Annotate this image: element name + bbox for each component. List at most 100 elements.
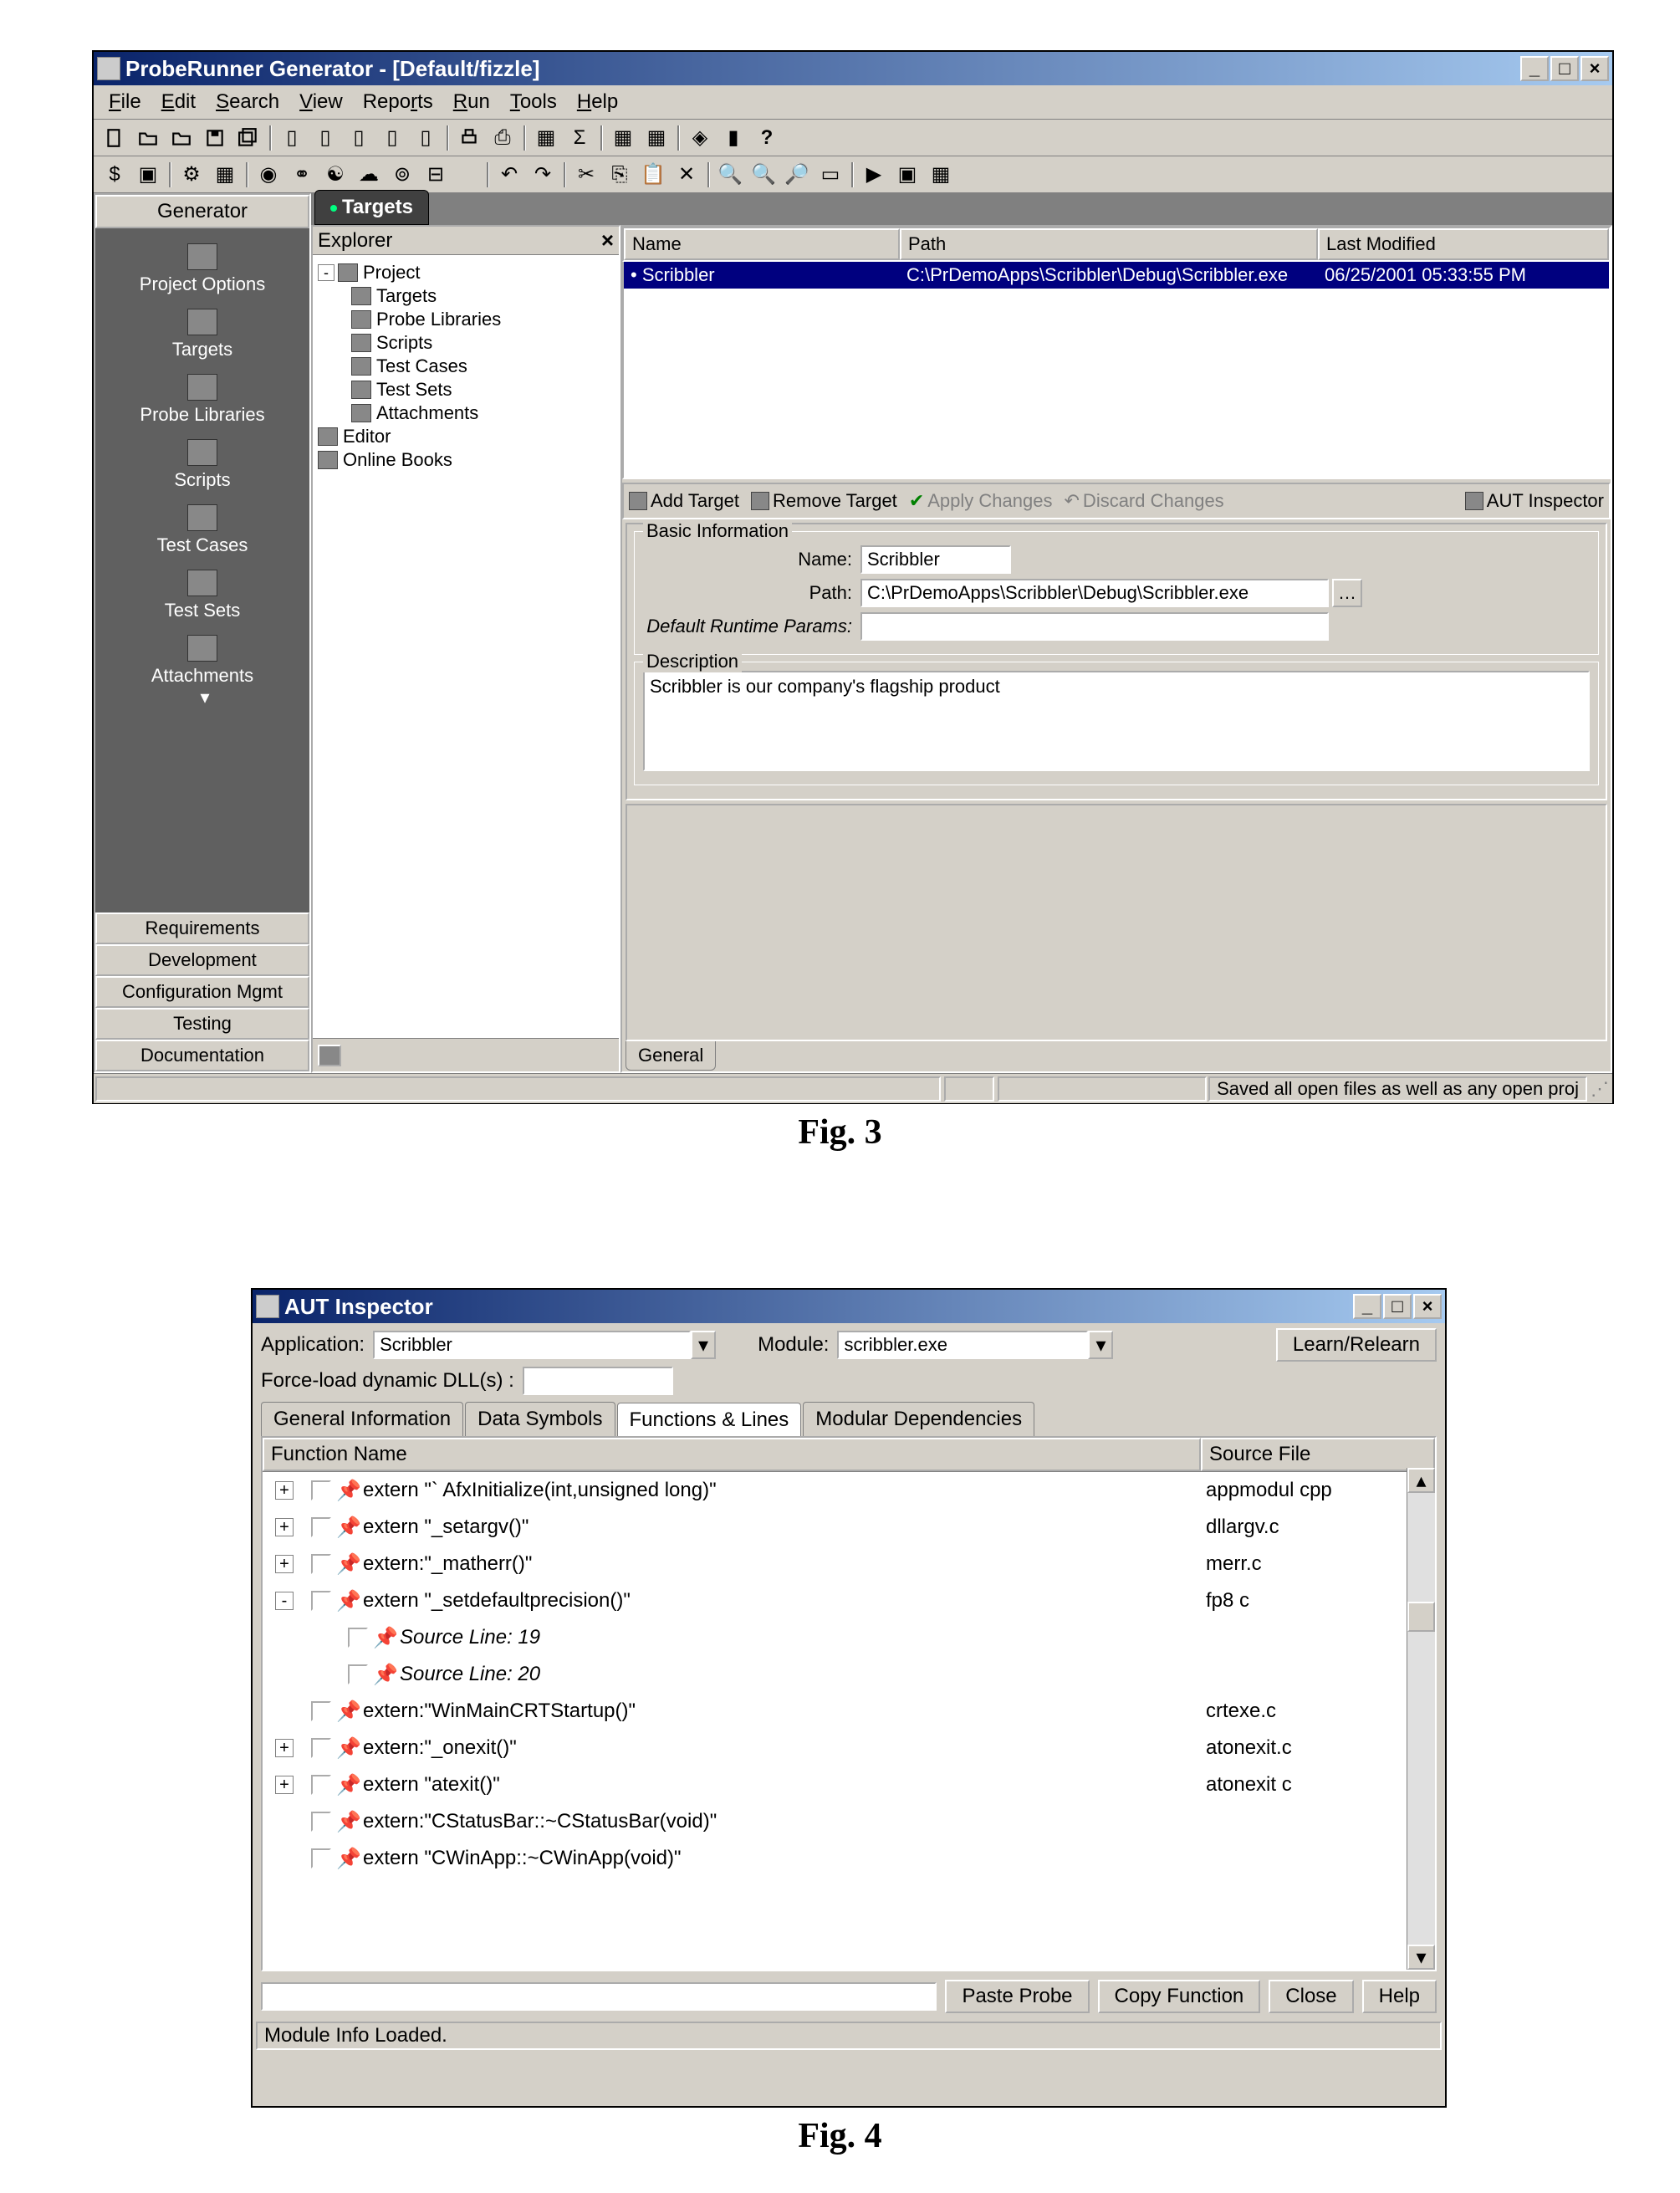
- menu-help[interactable]: Help: [569, 89, 626, 115]
- learn-button[interactable]: Learn/Relearn: [1276, 1328, 1437, 1362]
- paste-probe-button[interactable]: Paste Probe: [945, 1980, 1089, 2013]
- tree-online-books[interactable]: Online Books: [343, 449, 452, 471]
- sidebar-development[interactable]: Development: [95, 944, 309, 976]
- calc-icon[interactable]: ▦: [530, 123, 562, 153]
- run1-icon[interactable]: ▶: [858, 160, 890, 190]
- application-combo[interactable]: ▾: [373, 1331, 716, 1359]
- page3-icon[interactable]: ▯: [343, 123, 375, 153]
- tab-targets[interactable]: Targets: [314, 190, 429, 225]
- params-input[interactable]: [860, 612, 1329, 641]
- menu-view[interactable]: View: [291, 89, 351, 115]
- tab-general-info[interactable]: General Information: [261, 1402, 463, 1436]
- redo-icon[interactable]: ↷: [527, 160, 559, 190]
- yy-icon[interactable]: ☯: [319, 160, 351, 190]
- col-path[interactable]: Path: [900, 228, 1318, 260]
- sidebar-item-attachments[interactable]: Attachments ▾: [151, 635, 253, 708]
- project-tree[interactable]: -Project Targets Probe Libraries Scripts…: [313, 255, 619, 478]
- tree-test-cases[interactable]: Test Cases: [376, 355, 467, 377]
- close-button-2[interactable]: Close: [1269, 1980, 1353, 2013]
- form1-icon[interactable]: ▦: [607, 123, 639, 153]
- tab-data-symbols[interactable]: Data Symbols: [465, 1402, 615, 1436]
- general-tab[interactable]: General: [626, 1041, 716, 1071]
- checkbox[interactable]: [311, 1701, 331, 1721]
- checkbox[interactable]: [311, 1775, 331, 1795]
- save-icon[interactable]: [199, 123, 231, 153]
- sidebar-item-probe-libraries[interactable]: Probe Libraries: [140, 374, 264, 426]
- checkbox[interactable]: [311, 1480, 331, 1500]
- function-row[interactable]: +📌extern "_setargv()"dllargv.c: [263, 1509, 1435, 1546]
- menu-reports[interactable]: Reports: [355, 89, 442, 115]
- sidebar-item-test-cases[interactable]: Test Cases: [157, 504, 248, 556]
- find2-icon[interactable]: 🔍: [748, 160, 779, 190]
- checkbox[interactable]: [311, 1591, 331, 1611]
- printer-icon[interactable]: ⎙: [487, 123, 518, 153]
- tree-editor[interactable]: Editor: [343, 426, 391, 447]
- scroll-thumb[interactable]: [1407, 1602, 1435, 1632]
- close-button[interactable]: ×: [1580, 56, 1609, 81]
- remove-target-button[interactable]: Remove Target: [751, 490, 897, 512]
- scrollbar[interactable]: ▴ ▾: [1407, 1468, 1435, 1970]
- close-button[interactable]: ×: [1413, 1294, 1442, 1319]
- name-input[interactable]: [860, 545, 1011, 574]
- sigma-icon[interactable]: Σ: [564, 123, 595, 153]
- help-icon[interactable]: ?: [751, 123, 783, 153]
- probe-input[interactable]: [261, 1982, 937, 2011]
- function-row[interactable]: +📌extern "atexit()"atonexit c: [263, 1766, 1435, 1803]
- expand-icon[interactable]: +: [275, 1481, 294, 1500]
- mark-icon[interactable]: ▭: [814, 160, 846, 190]
- copy-function-button[interactable]: Copy Function: [1098, 1980, 1261, 2013]
- checkbox[interactable]: [311, 1738, 331, 1758]
- sidebar-item-scripts[interactable]: Scripts: [174, 439, 230, 491]
- maximize-button[interactable]: □: [1383, 1294, 1412, 1319]
- page1-icon[interactable]: ▯: [276, 123, 308, 153]
- tab-modular-deps[interactable]: Modular Dependencies: [803, 1402, 1034, 1436]
- apply-changes-button[interactable]: ✔Apply Changes: [909, 490, 1053, 512]
- explorer-toggle-icon[interactable]: [318, 1045, 341, 1066]
- function-row[interactable]: 📌extern:"WinMainCRTStartup()"crtexe.c: [263, 1693, 1435, 1730]
- generator-header[interactable]: Generator: [95, 195, 309, 228]
- tree-project[interactable]: Project: [363, 262, 420, 284]
- paste-icon[interactable]: 📋: [637, 160, 669, 190]
- application-input[interactable]: [373, 1331, 691, 1359]
- expand-icon[interactable]: +: [275, 1739, 294, 1757]
- function-row[interactable]: +📌extern:"_matherr()"merr.c: [263, 1546, 1435, 1582]
- sidebar-requirements[interactable]: Requirements: [95, 912, 309, 944]
- col-name[interactable]: Name: [624, 228, 900, 260]
- sidebar-item-targets[interactable]: Targets: [172, 309, 232, 360]
- open-icon[interactable]: [132, 123, 164, 153]
- checkbox[interactable]: [348, 1664, 368, 1684]
- cut-icon[interactable]: ✂: [570, 160, 602, 190]
- block-icon[interactable]: ▦: [209, 160, 241, 190]
- menu-tools[interactable]: Tools: [502, 89, 565, 115]
- expand-icon[interactable]: -: [275, 1592, 294, 1610]
- undo-icon[interactable]: ↶: [493, 160, 525, 190]
- tree-scripts[interactable]: Scripts: [376, 332, 432, 354]
- col-source-file[interactable]: Source File: [1201, 1438, 1435, 1471]
- col-function-name[interactable]: Function Name: [263, 1438, 1201, 1471]
- chevron-down-icon[interactable]: ▾: [1088, 1331, 1113, 1359]
- module-input[interactable]: [837, 1331, 1088, 1359]
- tree-probe-libraries[interactable]: Probe Libraries: [376, 309, 501, 330]
- function-row[interactable]: -📌extern "_setdefaultprecision()"fp8 c: [263, 1582, 1435, 1619]
- dll-input[interactable]: [523, 1367, 673, 1395]
- expand-icon[interactable]: +: [275, 1555, 294, 1573]
- dollar-icon[interactable]: $: [99, 160, 130, 190]
- box-icon[interactable]: ▣: [132, 160, 164, 190]
- menu-edit[interactable]: Edit: [153, 89, 204, 115]
- description-input[interactable]: Scribbler is our company's flagship prod…: [643, 671, 1590, 771]
- menu-run[interactable]: Run: [445, 89, 498, 115]
- sidebar-documentation[interactable]: Documentation: [95, 1040, 309, 1071]
- function-row[interactable]: 📌extern "CWinApp::~CWinApp(void)": [263, 1840, 1435, 1877]
- menu-file[interactable]: File: [100, 89, 150, 115]
- checkbox[interactable]: [348, 1628, 368, 1648]
- function-row[interactable]: +📌extern "` AfxInitialize(int,unsigned l…: [263, 1472, 1435, 1509]
- books-icon[interactable]: ◈: [684, 123, 716, 153]
- chart-icon[interactable]: ▮: [717, 123, 749, 153]
- checkbox[interactable]: [311, 1848, 331, 1868]
- open2-icon[interactable]: [166, 123, 197, 153]
- minimize-button[interactable]: _: [1353, 1294, 1381, 1319]
- gear1-icon[interactable]: ⚙: [176, 160, 207, 190]
- discard-changes-button[interactable]: ↶Discard Changes: [1064, 490, 1223, 512]
- page4-icon[interactable]: ▯: [376, 123, 408, 153]
- function-row[interactable]: 📌Source Line: 19: [263, 1619, 1435, 1656]
